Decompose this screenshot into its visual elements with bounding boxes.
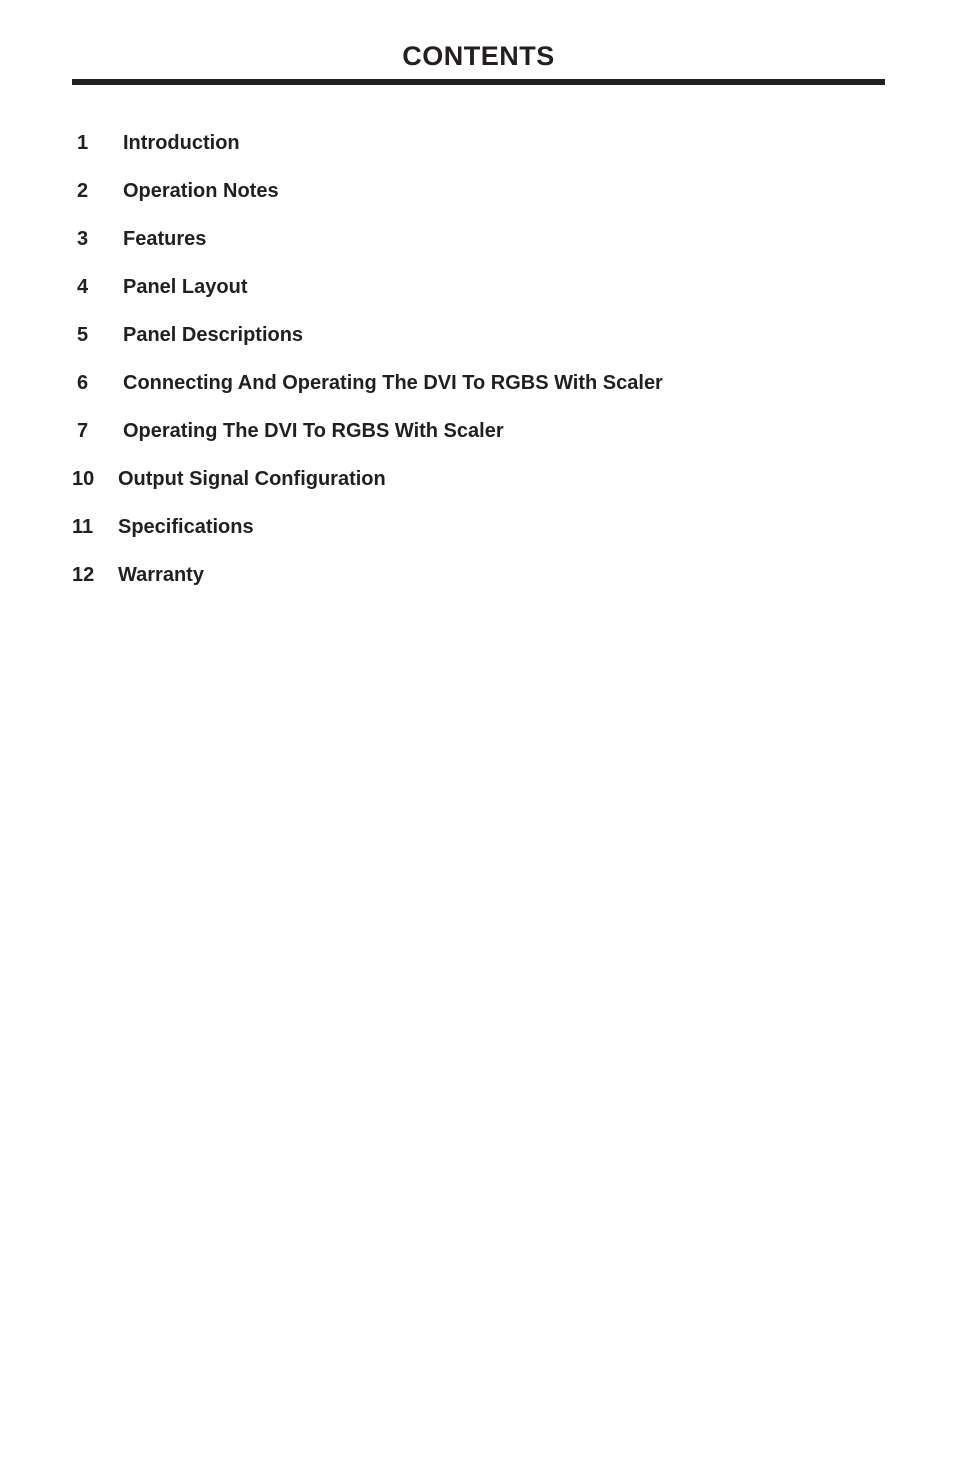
toc-entry-number: 5 [77, 324, 89, 346]
toc-entry-number: 7 [77, 420, 89, 442]
toc-entry-label: Connecting And Operating The DVI To RGBS… [123, 372, 663, 394]
toc-entry-label: Operation Notes [123, 180, 279, 202]
toc-entry[interactable]: 5 Panel Descriptions [72, 320, 885, 368]
toc-entry-label: Operating The DVI To RGBS With Scaler [123, 420, 504, 442]
toc-entry[interactable]: 6 Connecting And Operating The DVI To RGB… [72, 368, 885, 416]
toc-entry-label: Output Signal Configuration [118, 468, 386, 490]
page-title: CONTENTS [402, 41, 555, 71]
toc-entry-label: Warranty [118, 564, 204, 586]
toc-entry-label: Features [123, 228, 207, 250]
toc-entry-number: 3 [77, 228, 89, 250]
toc-entry[interactable]: 3 Features [72, 224, 885, 272]
table-of-contents-list: 1 Introduction 2 Operation Notes 3 Features 4 P… [72, 128, 885, 608]
toc-entry-label: Specifications [118, 516, 254, 538]
toc-entry[interactable]: 1 Introduction [72, 128, 885, 176]
toc-entry[interactable]: 11 Specifications [72, 512, 885, 560]
toc-entry-number: 10 [72, 468, 95, 490]
toc-entry-number: 6 [77, 372, 89, 394]
toc-entry[interactable]: 12 Warranty [72, 560, 885, 608]
toc-entry-label: Panel Descriptions [123, 324, 304, 346]
toc-entry-label: Introduction [123, 132, 240, 154]
toc-entry-label: Panel Layout [123, 276, 248, 298]
document-page: CONTENTS 1 Introduction 2 Operation Notes 3 F… [0, 0, 954, 1475]
title-divider-rule [72, 79, 885, 85]
toc-entry[interactable]: 4 Panel Layout [72, 272, 885, 320]
toc-entry[interactable]: 7 Operating The DVI To RGBS With Scaler [72, 416, 885, 464]
toc-entry-number: 11 [72, 516, 94, 538]
toc-entry-number: 12 [72, 564, 95, 586]
page-header: CONTENTS [72, 40, 885, 85]
toc-entry[interactable]: 2 Operation Notes [72, 176, 885, 224]
toc-entry-number: 2 [77, 180, 89, 202]
toc-entry[interactable]: 10 Output Signal Configuration [72, 464, 885, 512]
toc-entry-number: 1 [77, 132, 89, 154]
toc-entry-number: 4 [77, 276, 89, 298]
